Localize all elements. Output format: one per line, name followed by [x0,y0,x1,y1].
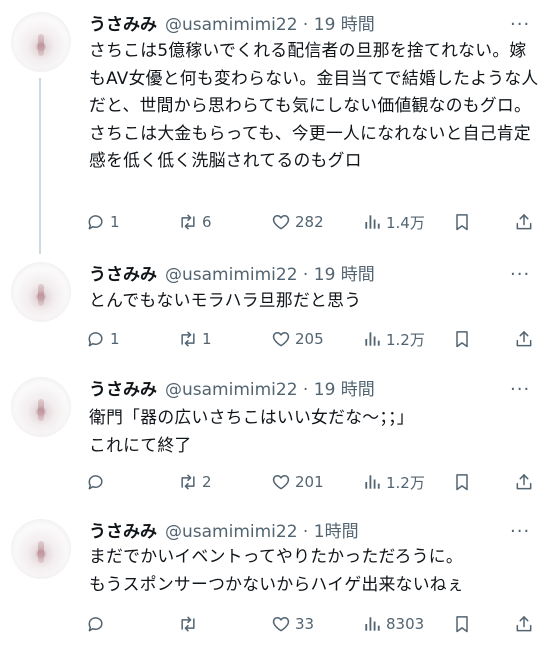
bookmark-button[interactable] [452,612,472,636]
bookmark-icon [456,331,468,348]
tweet-actions: 33 8303 [86,612,536,636]
share-icon [516,331,532,347]
views-icon [365,617,380,631]
retweet-button[interactable] [178,612,202,636]
avatar[interactable] [11,377,71,437]
avatar[interactable] [11,262,71,322]
reply-count: 1 [110,330,120,348]
views-button[interactable]: 1.2万 [362,470,425,494]
tweet-actions: 1 6 282 1.4万 [86,210,536,234]
display-name[interactable]: うさみみ [89,265,157,285]
like-button[interactable]: 201 [271,470,324,494]
like-button[interactable]: 282 [271,210,324,234]
reply-button[interactable]: 1 [86,327,120,351]
share-button[interactable] [514,612,534,636]
views-count: 1.4万 [386,213,425,232]
views-count: 1.2万 [386,473,425,492]
timestamp[interactable]: 19 時間 [314,15,375,35]
retweet-icon [181,331,195,347]
display-name[interactable]: うさみみ [89,522,157,542]
like-icon [272,475,290,490]
more-options-icon[interactable]: ··· [510,12,530,38]
like-count: 33 [295,615,315,633]
tweet-actions: 2 201 1.2万 [86,470,536,494]
reply-icon [88,332,103,347]
tweet-actions: 1 1 205 1.2万 [86,327,536,351]
retweet-button[interactable]: 1 [178,327,212,351]
views-icon [365,475,380,489]
reply-count: 1 [110,213,120,231]
views-icon [365,332,380,346]
tweet-text: まだでかいイベントってやりたかっただろうに。 もうスポンサーつかないからハイゲ出… [89,546,464,594]
like-count: 201 [295,473,324,491]
share-button[interactable] [514,327,534,351]
share-icon [516,616,532,632]
tweet-text: 衛門「器の広いさちこはいい女だな〜；；」 これにて終了 [89,407,414,455]
display-name[interactable]: うさみみ [89,380,157,400]
share-button[interactable] [514,470,534,494]
retweet-icon [181,474,195,490]
views-count: 8303 [386,615,425,633]
reply-button[interactable]: 1 [86,210,120,234]
retweet-icon [181,616,195,632]
tweet-text: さちこは5億稼いでくれる配信者の旦那を捨てれない。嫁もAV女優と何も変わらない。… [89,40,539,170]
reply-icon [88,215,103,230]
views-button[interactable]: 8303 [362,612,424,636]
views-icon [365,215,380,229]
share-icon [516,474,532,490]
handle[interactable]: @usamimimi22 · 19 時間 [165,380,375,400]
tweet-thread: うさみみ @usamimimi22 · 19 時間 ··· さちこは5億稼いでくれ… [0,0,550,653]
share-button[interactable] [514,210,534,234]
like-count: 205 [295,330,324,348]
bookmark-button[interactable] [452,210,472,234]
thread-connector-line [39,78,41,254]
share-icon [516,214,532,230]
reply-icon [88,475,103,490]
more-options-icon[interactable]: ··· [510,262,530,288]
views-count: 1.2万 [386,330,425,349]
reply-button[interactable] [86,470,110,494]
more-options-icon[interactable]: ··· [510,519,530,545]
handle[interactable]: @usamimimi22 · 19 時間 [165,15,375,35]
like-icon [272,617,290,632]
retweet-icon [181,214,195,230]
views-button[interactable]: 1.2万 [362,327,425,351]
retweet-button[interactable]: 6 [178,210,212,234]
tweet-header: うさみみ @usamimimi22 · 19 時間 [89,377,375,403]
bookmark-button[interactable] [452,327,472,351]
timestamp[interactable]: 1時間 [314,522,359,542]
reply-icon [88,617,103,632]
tweet-text: とんでもないモラハラ旦那だと思う [89,290,362,310]
like-icon [272,215,290,230]
retweet-count: 6 [202,213,212,231]
handle[interactable]: @usamimimi22 · 19 時間 [165,265,375,285]
handle[interactable]: @usamimimi22 · 1時間 [165,522,359,542]
bookmark-icon [456,616,468,633]
bookmark-icon [456,214,468,231]
bookmark-button[interactable] [452,470,472,494]
like-icon [272,332,290,347]
retweet-count: 1 [202,330,212,348]
views-button[interactable]: 1.4万 [362,210,425,234]
avatar[interactable] [11,519,71,579]
display-name[interactable]: うさみみ [89,15,157,35]
reply-button[interactable] [86,612,110,636]
retweet-count: 2 [202,473,212,491]
like-count: 282 [295,213,324,231]
tweet-header: うさみみ @usamimimi22 · 19 時間 [89,12,375,38]
tweet-header: うさみみ @usamimimi22 · 1時間 [89,519,359,545]
like-button[interactable]: 205 [271,327,324,351]
more-options-icon[interactable]: ··· [510,377,530,403]
bookmark-icon [456,474,468,491]
timestamp[interactable]: 19 時間 [314,265,375,285]
tweet-header: うさみみ @usamimimi22 · 19 時間 [89,262,375,288]
timestamp[interactable]: 19 時間 [314,380,375,400]
like-button[interactable]: 33 [271,612,314,636]
retweet-button[interactable]: 2 [178,470,212,494]
avatar[interactable] [11,12,71,72]
